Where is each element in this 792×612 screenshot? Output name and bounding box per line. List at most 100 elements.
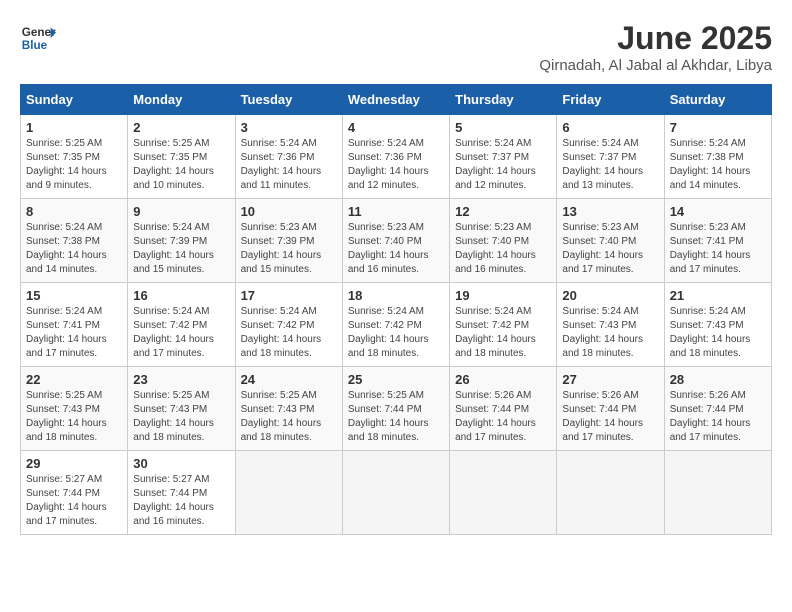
calendar-day-cell: 23 Sunrise: 5:25 AM Sunset: 7:43 PM Dayli… bbox=[128, 367, 235, 451]
day-number: 26 bbox=[455, 372, 551, 387]
day-info: Sunrise: 5:23 AM Sunset: 7:39 PM Dayligh… bbox=[241, 221, 337, 277]
day-info: Sunrise: 5:24 AM Sunset: 7:36 PM Dayligh… bbox=[241, 137, 337, 193]
day-number: 10 bbox=[241, 204, 337, 219]
day-number: 23 bbox=[133, 372, 229, 387]
day-number: 21 bbox=[670, 288, 766, 303]
calendar-day-cell: 26Sunrise: 5:26 AM Sunset: 7:44 PM Dayli… bbox=[450, 367, 557, 451]
day-number: 20 bbox=[562, 288, 658, 303]
day-number: 17 bbox=[241, 288, 337, 303]
calendar-day-cell bbox=[235, 451, 342, 535]
day-number: 1 bbox=[26, 120, 122, 135]
calendar-day-cell: 22 Sunrise: 5:25 AM Sunset: 7:43 PM Dayli… bbox=[21, 367, 128, 451]
day-info: Sunrise: 5:24 AM Sunset: 7:41 PM Dayligh… bbox=[26, 305, 122, 361]
day-info: Sunrise: 5:24 AM Sunset: 7:39 PM Dayligh… bbox=[133, 221, 229, 277]
day-info: Sunrise: 5:24 AM Sunset: 7:42 PM Dayligh… bbox=[348, 305, 444, 361]
day-number: 27 bbox=[562, 372, 658, 387]
day-info: Sunrise: 5:25 AM Sunset: 7:35 PM Dayligh… bbox=[26, 137, 122, 193]
day-info: Sunrise: 5:24 AM Sunset: 7:42 PM Dayligh… bbox=[455, 305, 551, 361]
logo-icon: General Blue bbox=[20, 20, 56, 56]
day-info: Sunrise: 5:25 AM Sunset: 7:44 PM Dayligh… bbox=[348, 389, 444, 445]
day-info: Sunrise: 5:25 AM Sunset: 7:43 PM Dayligh… bbox=[133, 389, 229, 445]
weekday-header-monday: Monday bbox=[128, 85, 235, 115]
calendar-day-cell: 19 Sunrise: 5:24 AM Sunset: 7:42 PM Dayli… bbox=[450, 283, 557, 367]
subtitle: Qirnadah, Al Jabal al Akhdar, Libya bbox=[539, 57, 772, 74]
day-number: 15 bbox=[26, 288, 122, 303]
day-info: Sunrise: 5:24 AM Sunset: 7:37 PM Dayligh… bbox=[455, 137, 551, 193]
day-number: 6 bbox=[562, 120, 658, 135]
day-info: Sunrise: 5:24 AM Sunset: 7:38 PM Dayligh… bbox=[26, 221, 122, 277]
day-number: 12 bbox=[455, 204, 551, 219]
calendar-table: SundayMondayTuesdayWednesdayThursdayFrid… bbox=[20, 84, 772, 535]
day-number: 14 bbox=[670, 204, 766, 219]
calendar-day-cell: 14 Sunrise: 5:23 AM Sunset: 7:41 PM Dayli… bbox=[664, 199, 771, 283]
day-info: Sunrise: 5:24 AM Sunset: 7:43 PM Dayligh… bbox=[670, 305, 766, 361]
calendar-day-cell: 24 Sunrise: 5:25 AM Sunset: 7:43 PM Dayli… bbox=[235, 367, 342, 451]
weekday-header-row: SundayMondayTuesdayWednesdayThursdayFrid… bbox=[21, 85, 772, 115]
day-number: 22 bbox=[26, 372, 122, 387]
weekday-header-friday: Friday bbox=[557, 85, 664, 115]
calendar-day-cell: 11Sunrise: 5:23 AM Sunset: 7:40 PM Dayli… bbox=[342, 199, 449, 283]
calendar-day-cell: 18 Sunrise: 5:24 AM Sunset: 7:42 PM Dayli… bbox=[342, 283, 449, 367]
day-number: 28 bbox=[670, 372, 766, 387]
day-info: Sunrise: 5:27 AM Sunset: 7:44 PM Dayligh… bbox=[26, 473, 122, 529]
calendar-day-cell: 27 Sunrise: 5:26 AM Sunset: 7:44 PM Dayli… bbox=[557, 367, 664, 451]
calendar-day-cell: 10 Sunrise: 5:23 AM Sunset: 7:39 PM Dayli… bbox=[235, 199, 342, 283]
calendar-day-cell: 30 Sunrise: 5:27 AM Sunset: 7:44 PM Dayli… bbox=[128, 451, 235, 535]
logo: General Blue bbox=[20, 20, 56, 56]
calendar-day-cell: 15 Sunrise: 5:24 AM Sunset: 7:41 PM Dayli… bbox=[21, 283, 128, 367]
day-info: Sunrise: 5:25 AM Sunset: 7:43 PM Dayligh… bbox=[241, 389, 337, 445]
day-info: Sunrise: 5:27 AM Sunset: 7:44 PM Dayligh… bbox=[133, 473, 229, 529]
day-info: Sunrise: 5:23 AM Sunset: 7:40 PM Dayligh… bbox=[455, 221, 551, 277]
calendar-day-cell: 8 Sunrise: 5:24 AM Sunset: 7:38 PM Daylig… bbox=[21, 199, 128, 283]
weekday-header-wednesday: Wednesday bbox=[342, 85, 449, 115]
day-number: 5 bbox=[455, 120, 551, 135]
weekday-header-tuesday: Tuesday bbox=[235, 85, 342, 115]
calendar-day-cell bbox=[557, 451, 664, 535]
calendar-day-cell: 20 Sunrise: 5:24 AM Sunset: 7:43 PM Dayli… bbox=[557, 283, 664, 367]
day-info: Sunrise: 5:23 AM Sunset: 7:40 PM Dayligh… bbox=[562, 221, 658, 277]
day-number: 30 bbox=[133, 456, 229, 471]
calendar-day-cell: 5 Sunrise: 5:24 AM Sunset: 7:37 PM Daylig… bbox=[450, 115, 557, 199]
calendar-week-row: 8 Sunrise: 5:24 AM Sunset: 7:38 PM Daylig… bbox=[21, 199, 772, 283]
day-number: 9 bbox=[133, 204, 229, 219]
calendar-day-cell bbox=[342, 451, 449, 535]
calendar-day-cell: 2Sunrise: 5:25 AM Sunset: 7:35 PM Daylig… bbox=[128, 115, 235, 199]
day-number: 11 bbox=[348, 204, 444, 219]
svg-text:Blue: Blue bbox=[22, 39, 48, 52]
day-info: Sunrise: 5:24 AM Sunset: 7:43 PM Dayligh… bbox=[562, 305, 658, 361]
calendar-day-cell: 9 Sunrise: 5:24 AM Sunset: 7:39 PM Daylig… bbox=[128, 199, 235, 283]
calendar-week-row: 29Sunrise: 5:27 AM Sunset: 7:44 PM Dayli… bbox=[21, 451, 772, 535]
calendar-day-cell: 17Sunrise: 5:24 AM Sunset: 7:42 PM Dayli… bbox=[235, 283, 342, 367]
calendar-day-cell: 13Sunrise: 5:23 AM Sunset: 7:40 PM Dayli… bbox=[557, 199, 664, 283]
day-number: 16 bbox=[133, 288, 229, 303]
weekday-header-sunday: Sunday bbox=[21, 85, 128, 115]
day-info: Sunrise: 5:26 AM Sunset: 7:44 PM Dayligh… bbox=[562, 389, 658, 445]
main-title: June 2025 bbox=[539, 20, 772, 57]
day-info: Sunrise: 5:24 AM Sunset: 7:42 PM Dayligh… bbox=[133, 305, 229, 361]
calendar-day-cell: 3 Sunrise: 5:24 AM Sunset: 7:36 PM Daylig… bbox=[235, 115, 342, 199]
calendar-day-cell: 6 Sunrise: 5:24 AM Sunset: 7:37 PM Daylig… bbox=[557, 115, 664, 199]
day-number: 24 bbox=[241, 372, 337, 387]
calendar-day-cell: 28 Sunrise: 5:26 AM Sunset: 7:44 PM Dayli… bbox=[664, 367, 771, 451]
day-number: 3 bbox=[241, 120, 337, 135]
calendar-day-cell: 4 Sunrise: 5:24 AM Sunset: 7:36 PM Daylig… bbox=[342, 115, 449, 199]
day-number: 7 bbox=[670, 120, 766, 135]
calendar-day-cell: 7 Sunrise: 5:24 AM Sunset: 7:38 PM Daylig… bbox=[664, 115, 771, 199]
day-info: Sunrise: 5:25 AM Sunset: 7:43 PM Dayligh… bbox=[26, 389, 122, 445]
day-info: Sunrise: 5:24 AM Sunset: 7:36 PM Dayligh… bbox=[348, 137, 444, 193]
day-info: Sunrise: 5:24 AM Sunset: 7:38 PM Dayligh… bbox=[670, 137, 766, 193]
weekday-header-thursday: Thursday bbox=[450, 85, 557, 115]
calendar-day-cell: 21 Sunrise: 5:24 AM Sunset: 7:43 PM Dayli… bbox=[664, 283, 771, 367]
calendar-day-cell: 16 Sunrise: 5:24 AM Sunset: 7:42 PM Dayli… bbox=[128, 283, 235, 367]
calendar-day-cell: 1 Sunrise: 5:25 AM Sunset: 7:35 PM Daylig… bbox=[21, 115, 128, 199]
day-number: 18 bbox=[348, 288, 444, 303]
day-info: Sunrise: 5:26 AM Sunset: 7:44 PM Dayligh… bbox=[670, 389, 766, 445]
calendar-day-cell: 12 Sunrise: 5:23 AM Sunset: 7:40 PM Dayli… bbox=[450, 199, 557, 283]
day-number: 4 bbox=[348, 120, 444, 135]
day-info: Sunrise: 5:24 AM Sunset: 7:37 PM Dayligh… bbox=[562, 137, 658, 193]
day-number: 2 bbox=[133, 120, 229, 135]
day-number: 8 bbox=[26, 204, 122, 219]
day-number: 25 bbox=[348, 372, 444, 387]
day-number: 19 bbox=[455, 288, 551, 303]
day-info: Sunrise: 5:23 AM Sunset: 7:41 PM Dayligh… bbox=[670, 221, 766, 277]
